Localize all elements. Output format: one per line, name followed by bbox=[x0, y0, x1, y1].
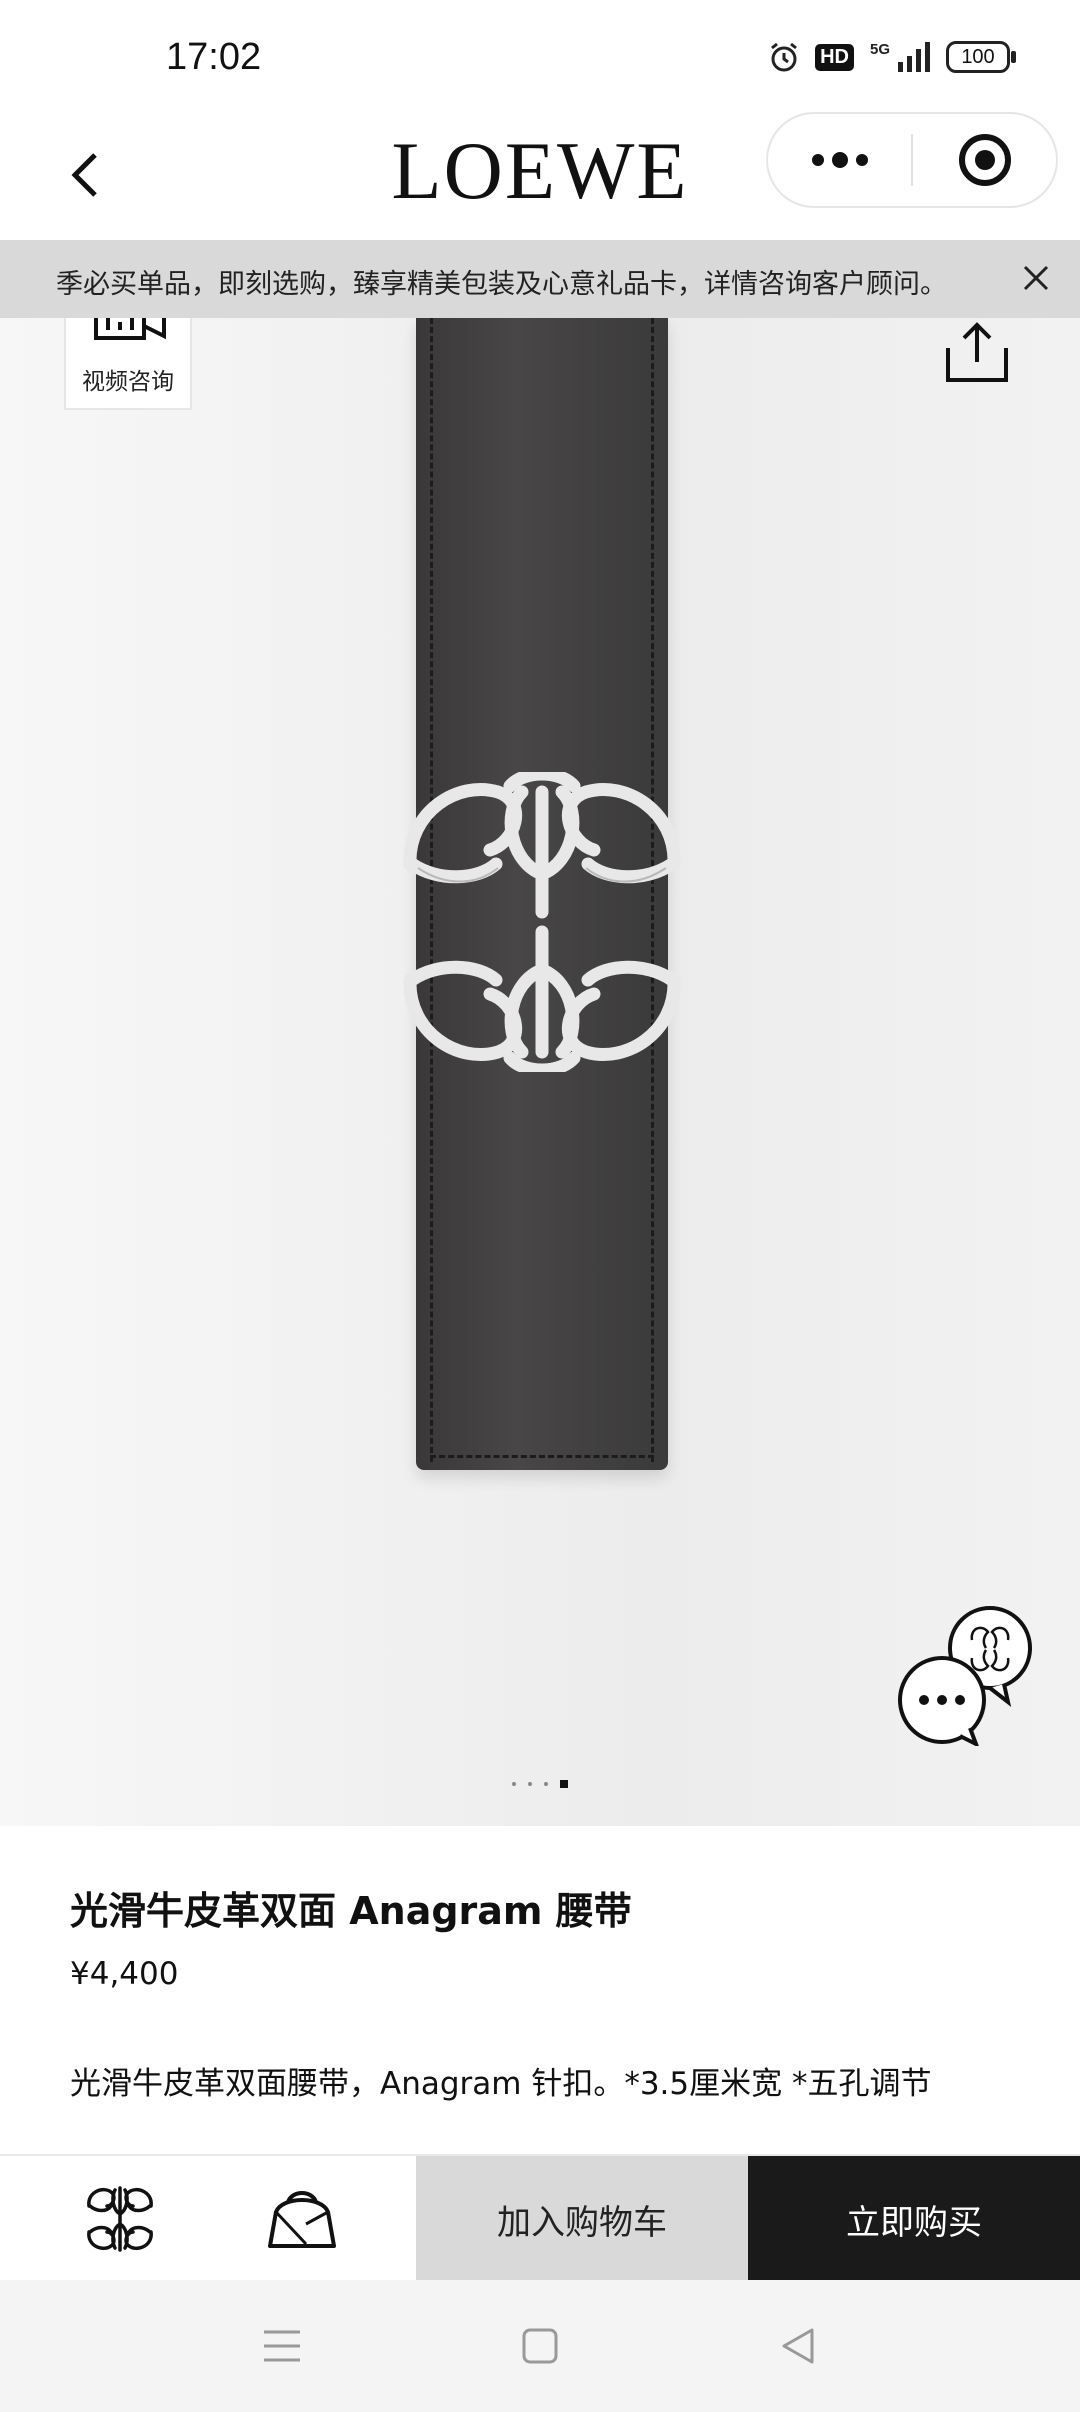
product-description: 光滑牛皮革双面腰带，Anagram 针扣。*3.5厘米宽 *五孔调节 bbox=[70, 2066, 932, 2102]
pagination-dot[interactable] bbox=[544, 1782, 548, 1786]
alarm-icon bbox=[767, 40, 801, 74]
video-camera-icon bbox=[94, 318, 166, 340]
bottom-action-bar: 加入购物车 立即购买 bbox=[0, 2154, 1080, 2282]
status-bar: 17:02 HD 5G 100 bbox=[0, 0, 1080, 110]
system-navigation-bar bbox=[0, 2280, 1080, 2412]
product-gallery[interactable]: 视频咨询 bbox=[0, 318, 1080, 1826]
anagram-buckle-image bbox=[403, 772, 681, 1072]
home-button[interactable] bbox=[80, 2156, 160, 2282]
gallery-pagination bbox=[0, 1780, 1080, 1788]
status-time: 17:02 bbox=[166, 36, 262, 78]
product-info: 光滑牛皮革双面 Anagram 腰带 ¥4,400 光滑牛皮革双面腰带，Anag… bbox=[0, 1826, 1080, 2156]
pagination-dot-active[interactable] bbox=[560, 1780, 568, 1788]
hd-icon: HD bbox=[815, 43, 854, 71]
add-to-cart-button[interactable]: 加入购物车 bbox=[416, 2156, 748, 2282]
home-square-icon bbox=[522, 2328, 558, 2364]
battery-icon: 100 bbox=[946, 41, 1016, 73]
header: LOEWE bbox=[0, 110, 1080, 240]
buy-now-button[interactable]: 立即购买 bbox=[748, 2156, 1080, 2282]
chat-icon bbox=[898, 1606, 1032, 1749]
close-icon bbox=[1023, 265, 1049, 291]
menu-icon bbox=[264, 2330, 300, 2362]
chat-button[interactable] bbox=[890, 1606, 1040, 1749]
menu-button[interactable] bbox=[256, 2320, 308, 2372]
home-nav-button[interactable] bbox=[514, 2320, 566, 2372]
miniprogram-capsule bbox=[766, 112, 1058, 208]
back-nav-button[interactable] bbox=[772, 2320, 824, 2372]
pagination-dot[interactable] bbox=[528, 1782, 532, 1786]
svg-text:5G: 5G bbox=[870, 41, 890, 58]
product-title: 光滑牛皮革双面 Anagram 腰带 bbox=[70, 1889, 632, 1933]
share-button[interactable] bbox=[942, 318, 1012, 388]
back-triangle-icon bbox=[782, 2328, 814, 2364]
more-button[interactable] bbox=[768, 114, 911, 206]
shopping-bag-icon bbox=[268, 2191, 336, 2248]
belt-stitch bbox=[430, 1455, 654, 1458]
status-icons: HD 5G 100 bbox=[767, 40, 1016, 74]
5g-signal-icon: 5G bbox=[868, 40, 932, 74]
share-icon bbox=[946, 322, 1008, 382]
anagram-logo-icon bbox=[87, 2186, 153, 2252]
close-miniprogram-button[interactable] bbox=[913, 114, 1056, 206]
shopping-bag-button[interactable] bbox=[262, 2156, 342, 2282]
target-circle-icon bbox=[958, 134, 1011, 186]
product-price: ¥4,400 bbox=[70, 1956, 179, 1992]
video-consult-button[interactable]: 视频咨询 bbox=[64, 318, 192, 410]
more-dots-icon bbox=[811, 152, 868, 168]
pagination-dot[interactable] bbox=[512, 1782, 516, 1786]
announcement-text: 季必买单品，即刻选购，臻享精美包装及心意礼品卡，详情咨询客户顾问。 bbox=[56, 269, 947, 300]
announcement-bar: 季必买单品，即刻选购，臻享精美包装及心意礼品卡，详情咨询客户顾问。 bbox=[0, 240, 1080, 318]
announcement-close-button[interactable] bbox=[1014, 256, 1058, 300]
video-consult-label: 视频咨询 bbox=[82, 369, 174, 395]
